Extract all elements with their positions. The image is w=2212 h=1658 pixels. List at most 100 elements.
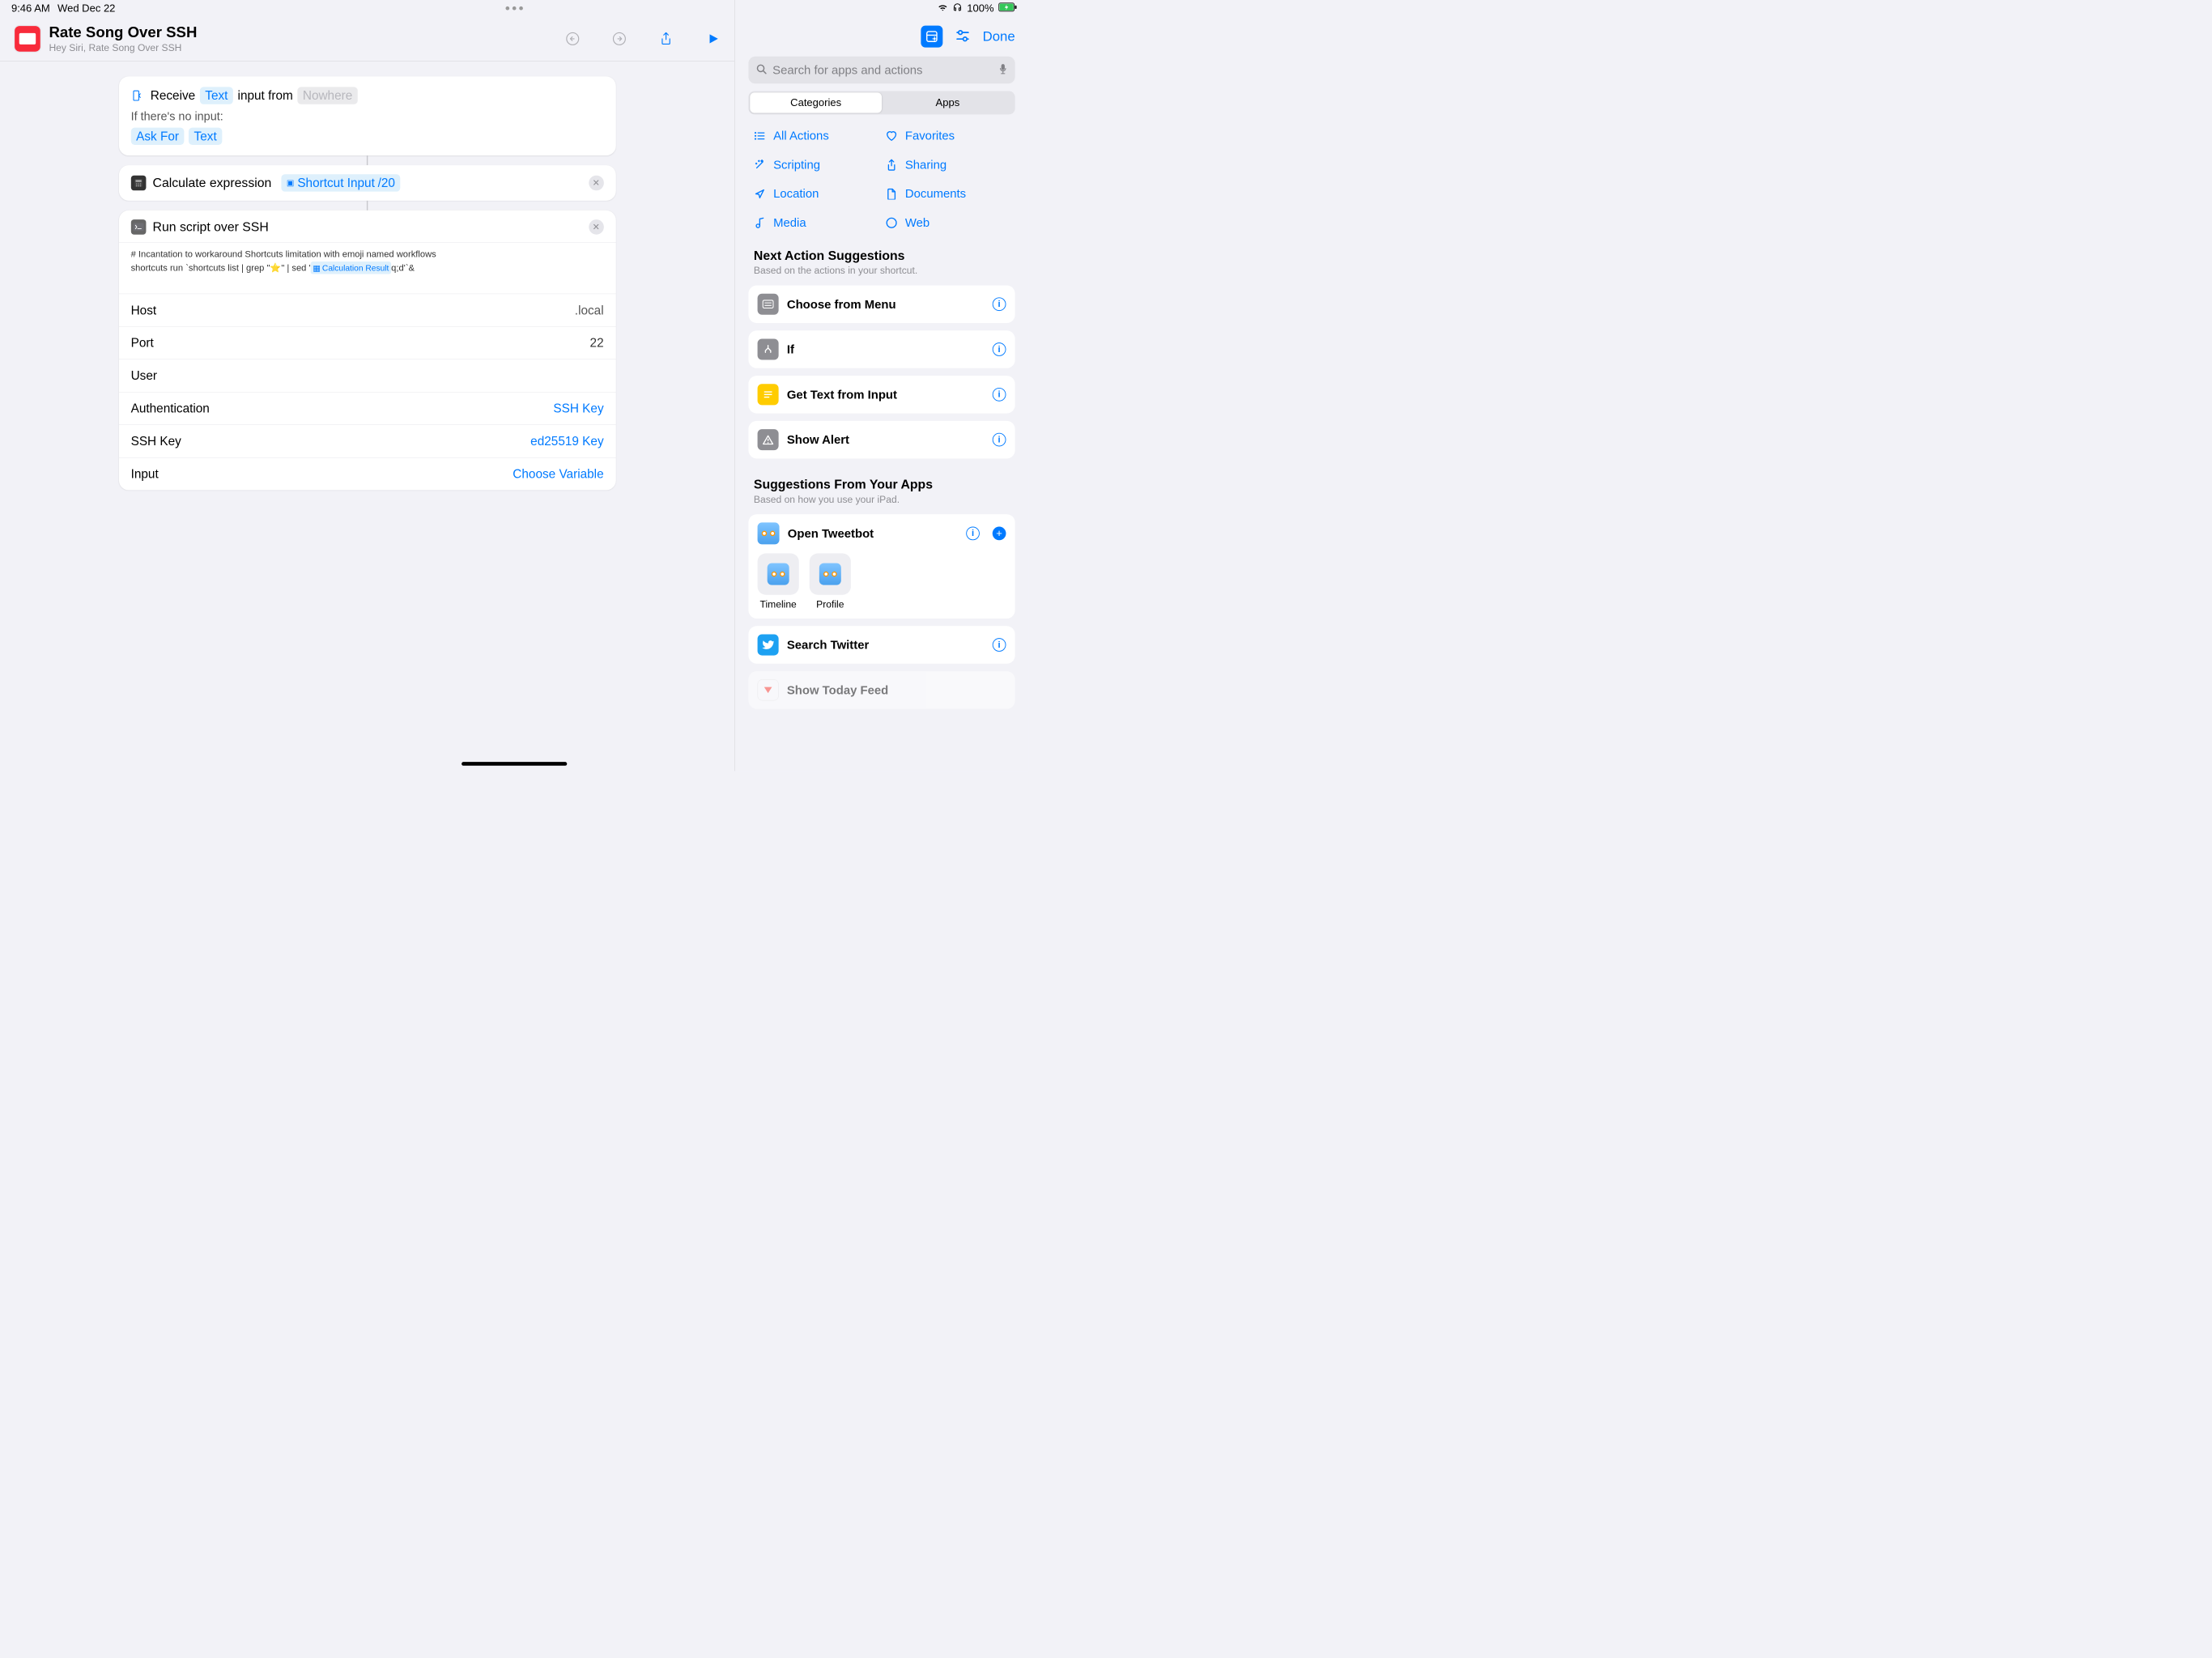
info-button[interactable]: i <box>993 388 1006 402</box>
text-icon <box>758 384 779 405</box>
field-label: Host <box>131 303 157 317</box>
wifi-icon <box>938 2 948 15</box>
multitask-dots[interactable] <box>505 6 522 11</box>
info-button[interactable]: i <box>966 527 980 541</box>
play-button[interactable] <box>704 31 721 47</box>
shortcut-title[interactable]: Rate Song Over SSH <box>49 24 197 41</box>
segmented-control[interactable]: Categories Apps <box>748 91 1015 115</box>
shortcut-app-icon[interactable] <box>14 25 41 53</box>
asktype-token[interactable]: Text <box>189 128 222 145</box>
shortcut-input-variable[interactable]: ▣ Shortcut Input /20 <box>281 174 400 191</box>
shortcut-subtitle: Hey Siri, Rate Song Over SSH <box>49 42 197 53</box>
suggestion-show-alert[interactable]: Show Alert i <box>748 421 1015 459</box>
next-suggestions-header: Next Action Suggestions Based on the act… <box>735 241 1029 278</box>
done-button[interactable]: Done <box>983 28 1015 45</box>
receive-label: Receive <box>151 88 195 103</box>
ssh-script-editor[interactable]: # Incantation to workaround Shortcuts li… <box>119 242 616 294</box>
library-button[interactable] <box>921 26 942 48</box>
auth-value[interactable]: SSH Key <box>553 402 603 416</box>
remove-action-button[interactable]: ✕ <box>589 219 604 235</box>
field-label: User <box>131 368 157 383</box>
safari-icon <box>886 217 898 228</box>
host-field[interactable]: Host .local <box>119 294 616 326</box>
input-icon <box>131 90 143 101</box>
info-button[interactable]: i <box>993 433 1006 447</box>
search-input[interactable] <box>772 63 993 77</box>
category-web[interactable]: Web <box>886 215 1010 229</box>
headphones-icon <box>953 2 963 15</box>
add-button[interactable]: + <box>993 527 1006 541</box>
sshkey-field[interactable]: SSH Key ed25519 Key <box>119 425 616 457</box>
sshkey-value[interactable]: ed25519 Key <box>530 434 603 449</box>
input-value[interactable]: Choose Variable <box>513 467 603 482</box>
info-button[interactable]: i <box>993 342 1006 356</box>
input-type-token[interactable]: Text <box>200 87 233 104</box>
menu-icon <box>758 294 779 315</box>
undo-button[interactable] <box>564 31 581 47</box>
from-label: input from <box>238 88 293 103</box>
calculate-action-card[interactable]: Calculate expression ▣ Shortcut Input /2… <box>119 165 616 201</box>
tweetbot-profile-option[interactable]: Profile <box>810 554 851 610</box>
app-suggestions-header: Suggestions From Your Apps Based on how … <box>735 470 1029 507</box>
categories-tab[interactable]: Categories <box>750 92 882 113</box>
terminal-icon <box>131 219 147 235</box>
field-label: Input <box>131 467 159 482</box>
user-field[interactable]: User <box>119 359 616 392</box>
search-icon <box>756 63 768 76</box>
wand-icon <box>754 159 766 170</box>
suggestion-if[interactable]: If i <box>748 330 1015 368</box>
settings-button[interactable] <box>955 28 971 45</box>
connector <box>367 201 368 210</box>
field-label: Port <box>131 336 154 351</box>
info-button[interactable]: i <box>993 297 1006 311</box>
suggestion-search-twitter[interactable]: Search Twitter i <box>748 626 1015 664</box>
variable-icon: ▦ <box>313 261 321 274</box>
apps-tab[interactable]: Apps <box>882 92 1014 113</box>
suggestion-open-tweetbot[interactable]: Open Tweetbot i + Timeline Profile <box>748 514 1015 619</box>
category-scripting[interactable]: Scripting <box>754 158 878 172</box>
document-icon <box>886 188 898 199</box>
home-indicator[interactable] <box>462 762 567 766</box>
redo-button[interactable] <box>611 31 627 47</box>
script-line: # Incantation to workaround Shortcuts li… <box>131 248 604 261</box>
alert-icon <box>758 429 779 450</box>
music-icon <box>754 217 766 228</box>
suggestion-choose-from-menu[interactable]: Choose from Menu i <box>748 285 1015 323</box>
auth-field[interactable]: Authentication SSH Key <box>119 393 616 425</box>
info-button[interactable]: i <box>993 638 1006 652</box>
share-button[interactable] <box>657 31 674 47</box>
suggestion-show-today-feed[interactable]: Show Today Feed <box>748 671 1015 709</box>
twitter-app-icon <box>758 635 779 656</box>
category-sharing[interactable]: Sharing <box>886 158 1010 172</box>
receive-action-card[interactable]: Receive Text input from Nowhere If there… <box>119 76 616 155</box>
status-time: 9:46 AM <box>11 2 50 15</box>
input-source-token[interactable]: Nowhere <box>297 87 357 104</box>
mic-icon[interactable] <box>998 63 1007 77</box>
input-field[interactable]: Input Choose Variable <box>119 457 616 490</box>
suggestion-get-text[interactable]: Get Text from Input i <box>748 376 1015 414</box>
port-value[interactable]: 22 <box>590 336 604 351</box>
variable-icon: ▣ <box>287 178 295 188</box>
category-media[interactable]: Media <box>754 215 878 229</box>
category-favorites[interactable]: Favorites <box>886 129 1010 142</box>
battery-icon <box>998 2 1017 15</box>
tweetbot-timeline-option[interactable]: Timeline <box>758 554 799 610</box>
category-location[interactable]: Location <box>754 187 878 201</box>
tweetbot-app-icon <box>810 554 851 595</box>
remove-action-button[interactable]: ✕ <box>589 176 604 191</box>
news-app-icon <box>758 679 779 700</box>
port-field[interactable]: Port 22 <box>119 327 616 359</box>
battery-percent: 100% <box>967 2 993 15</box>
calculation-result-variable[interactable]: ▦Calculation Result <box>311 261 392 274</box>
status-date: Wed Dec 22 <box>57 2 115 15</box>
connector <box>367 155 368 165</box>
category-documents[interactable]: Documents <box>886 187 1010 201</box>
script-line: shortcuts run `shortcuts list | grep "⭐️… <box>131 261 604 275</box>
search-box[interactable] <box>748 57 1015 83</box>
share-icon <box>886 159 898 171</box>
list-icon <box>754 131 766 140</box>
category-all-actions[interactable]: All Actions <box>754 129 878 142</box>
ssh-action-card[interactable]: Run script over SSH ✕ # Incantation to w… <box>119 210 616 490</box>
host-value[interactable]: .local <box>575 303 604 317</box>
askfor-token[interactable]: Ask For <box>131 128 185 145</box>
